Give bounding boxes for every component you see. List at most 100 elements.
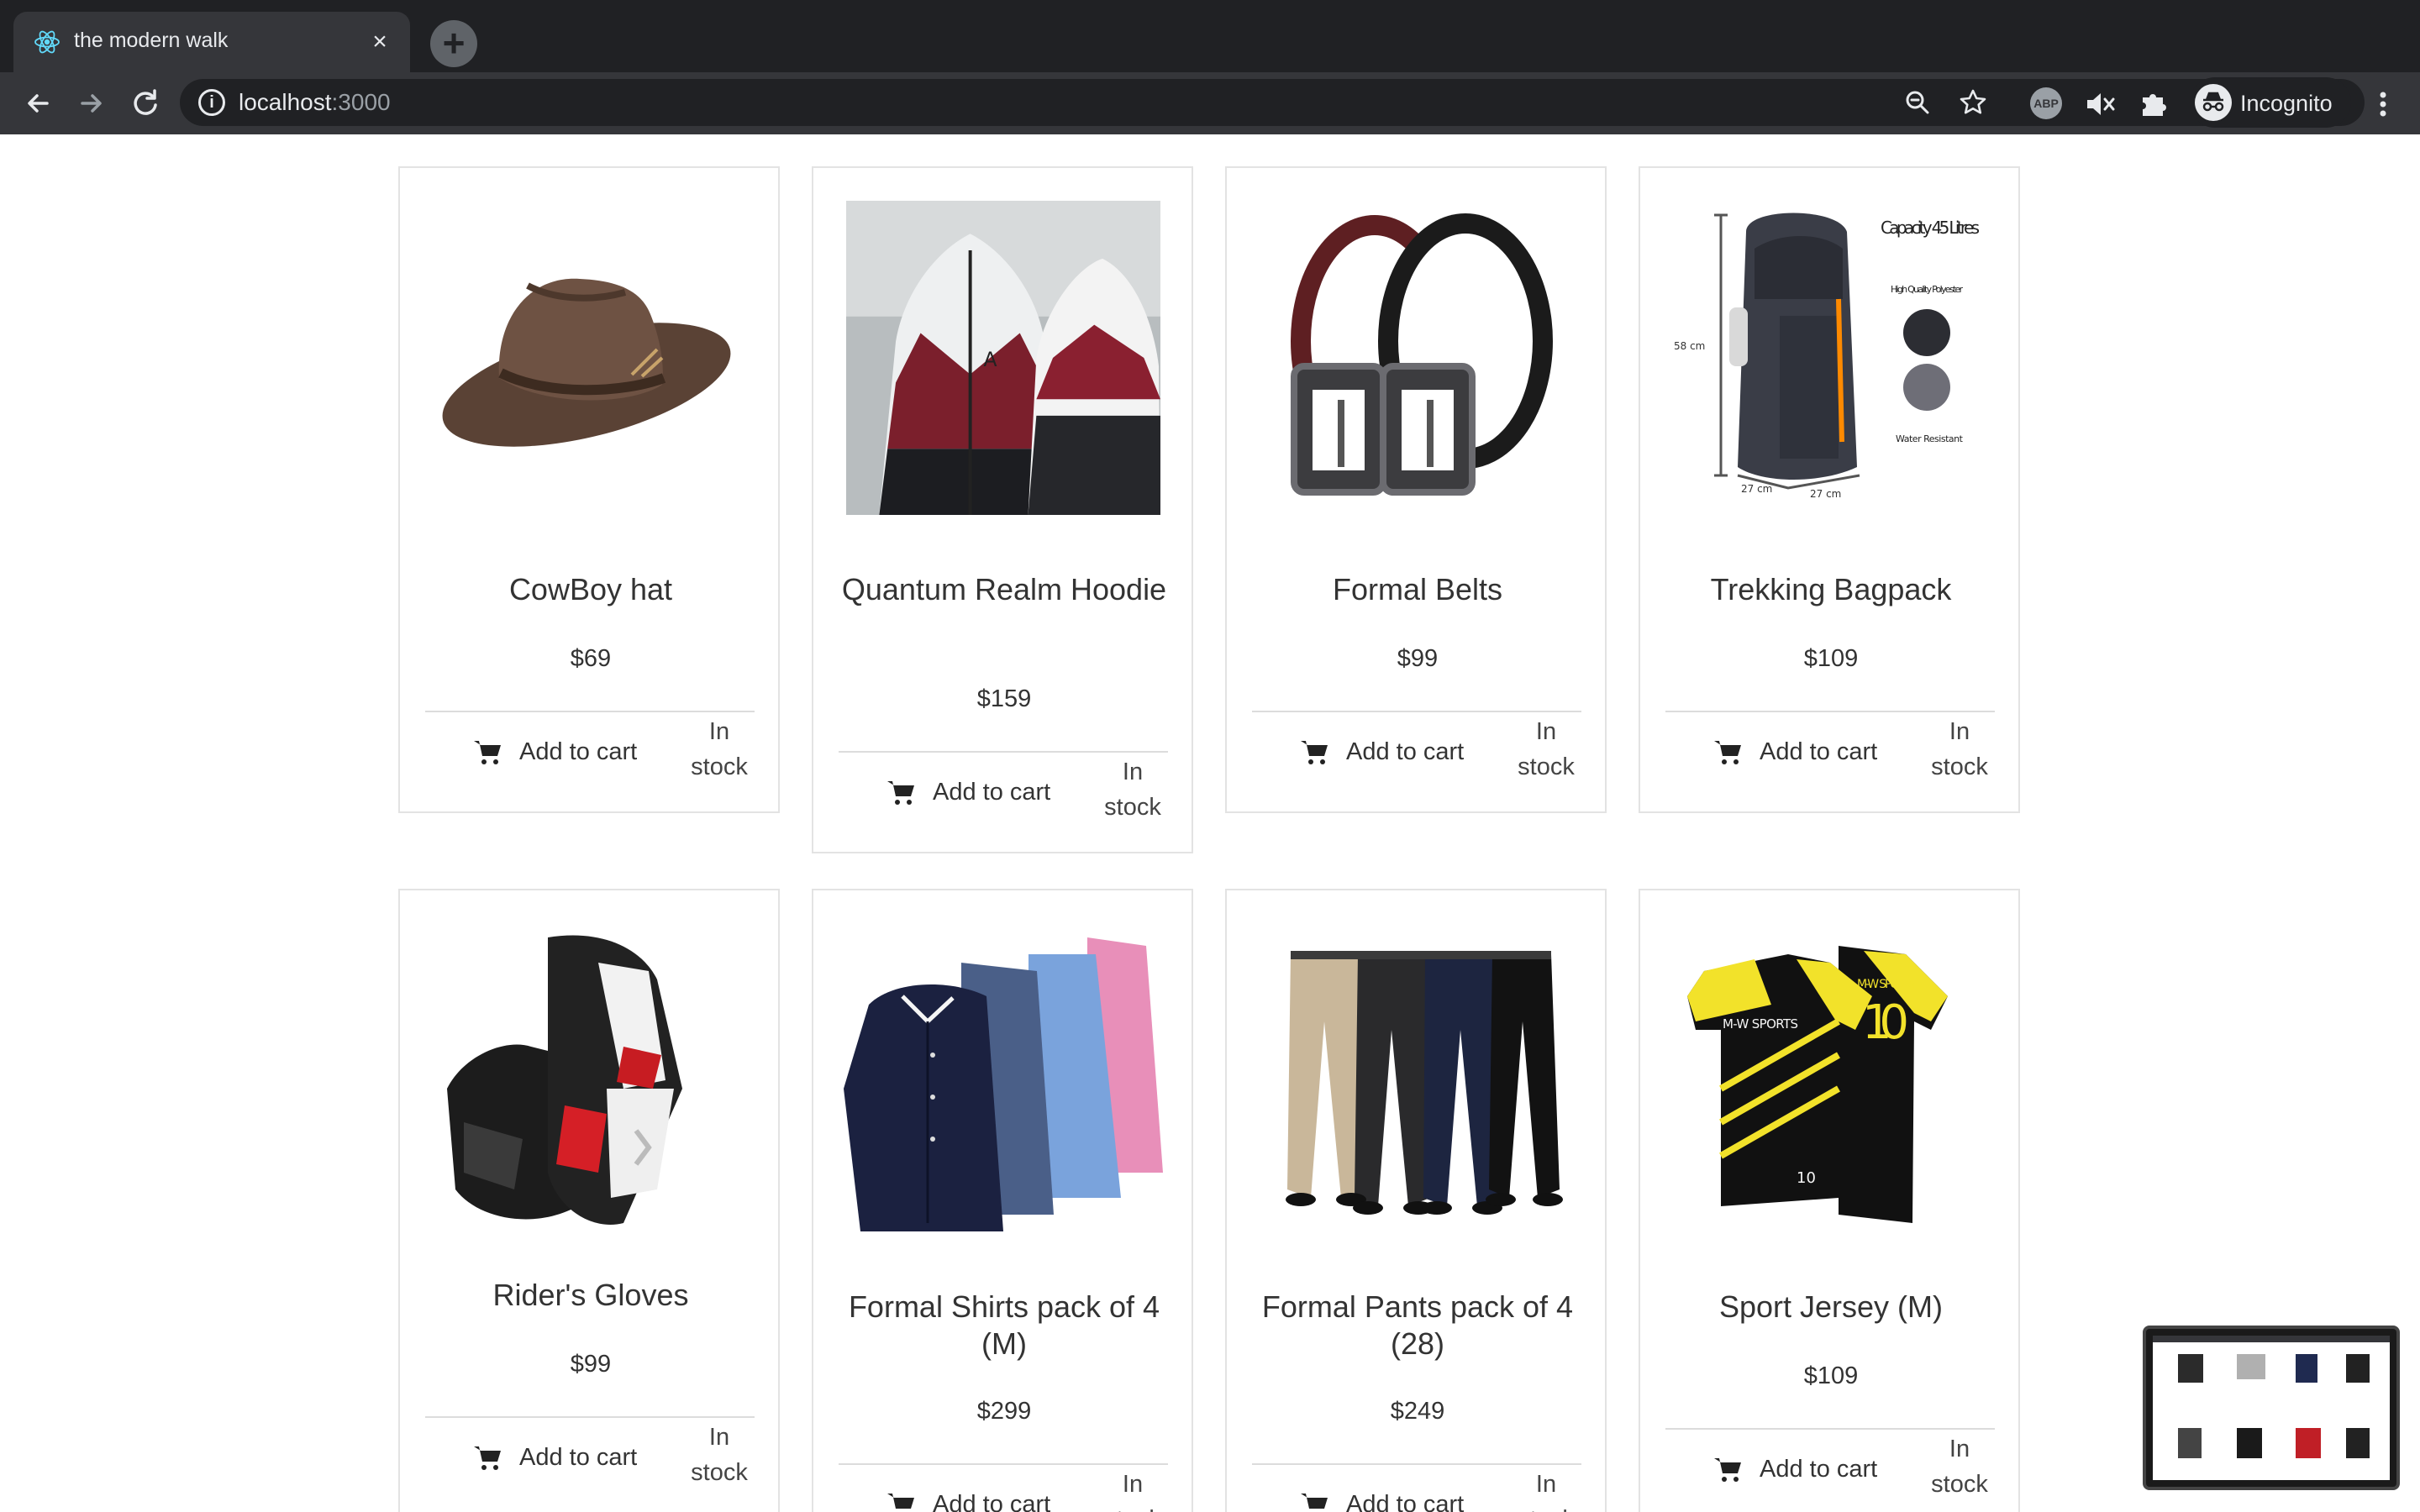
add-to-cart-button[interactable]: Add to cart (886, 771, 1079, 813)
product-card[interactable]: 58 cm 27 cm 27 cm Capacity 45 Litres Hig… (1639, 166, 2020, 813)
cart-icon (1714, 1458, 1741, 1482)
product-card[interactable]: M-W SPORTS 10 M-W SPORTS 10 Sport Jersey… (1639, 889, 2020, 1512)
card-divider (839, 751, 1168, 753)
add-to-cart-label: Add to cart (519, 1443, 638, 1471)
product-card[interactable]: Formal Pants pack of 4 (28) $249 Add to … (1225, 889, 1607, 1512)
card-divider (425, 711, 755, 712)
add-to-cart-button[interactable]: Add to cart (1299, 731, 1492, 773)
add-to-cart-label: Add to cart (1760, 1455, 1878, 1483)
product-card[interactable]: A Quantum Realm Hoodie $159 Add to cart … (812, 166, 1193, 853)
tab-strip: the modern walk × + (0, 0, 2420, 72)
product-title: Trekking Bagpack (1710, 572, 1952, 606)
screen-preview-thumbnail[interactable] (2143, 1326, 2400, 1490)
new-tab-button[interactable]: + (430, 20, 477, 67)
stock-status: In stock (1104, 1471, 1161, 1512)
browser-tab[interactable]: the modern walk × (13, 12, 410, 72)
product-title: Formal Shirts pack of 4 (M) (848, 1289, 1160, 1361)
product-price: $299 (976, 1398, 1032, 1425)
card-divider (839, 1463, 1168, 1465)
jersey-brand-front: M-W SPORTS (1723, 1016, 1798, 1032)
belts-image (1257, 198, 1576, 517)
backpack-width-b: 27 cm (1810, 488, 1841, 500)
url-host: localhost (239, 89, 332, 115)
pants-image (1257, 921, 1576, 1240)
product-price: $109 (1803, 1362, 1859, 1389)
site-info-icon[interactable]: i (198, 89, 225, 116)
forward-arrow-icon[interactable] (72, 84, 111, 123)
product-title: Sport Jersey (M) (1718, 1289, 1944, 1324)
cart-icon (1714, 741, 1741, 764)
cart-icon (1301, 741, 1328, 764)
add-to-cart-label: Add to cart (1760, 738, 1878, 765)
incognito-profile-button[interactable]: Incognito (2190, 77, 2351, 128)
jersey-image: M-W SPORTS 10 M-W SPORTS 10 (1670, 921, 1990, 1240)
jersey-number-back: 10 (1862, 995, 1909, 1050)
jersey-brand-back: M-W SPORTS (1857, 978, 1916, 991)
product-card[interactable]: Formal Shirts pack of 4 (M) $299 Add to … (812, 889, 1193, 1512)
product-price: $99 (1397, 645, 1439, 672)
product-card[interactable]: Formal Belts $99 Add to cart In stock (1225, 166, 1607, 813)
stock-status: In stock (691, 1424, 748, 1486)
incognito-label: Incognito (2240, 91, 2333, 116)
card-divider (1665, 711, 1995, 712)
backpack-image: 58 cm 27 cm 27 cm Capacity 45 Litres Hig… (1670, 198, 1990, 517)
product-card[interactable]: Rider's Gloves $99 Add to cart In stock (398, 889, 780, 1512)
browser-menu-icon[interactable] (2366, 87, 2400, 121)
stock-status: In stock (1518, 718, 1575, 780)
zoom-icon[interactable] (1904, 89, 1931, 116)
tab-title: the modern walk (74, 29, 229, 52)
back-arrow-icon[interactable] (18, 84, 57, 123)
add-to-cart-button[interactable]: Add to cart (1299, 1483, 1492, 1512)
card-divider (1252, 1463, 1581, 1465)
cart-icon (474, 741, 501, 764)
backpack-height-label: 58 cm (1674, 340, 1705, 352)
cowboy-hat-image (430, 198, 750, 517)
extensions-puzzle-icon[interactable] (2138, 87, 2170, 119)
backpack-water-label: Water Resistant (1896, 433, 1964, 444)
add-to-cart-button[interactable]: Add to cart (472, 731, 666, 773)
product-title: Formal Belts (1332, 572, 1503, 606)
stock-status: In stock (1931, 718, 1988, 780)
screen-preview-content (2153, 1336, 2390, 1480)
url-port: :3000 (331, 89, 391, 115)
product-price: $159 (976, 685, 1032, 712)
add-to-cart-label: Add to cart (1346, 738, 1465, 765)
product-price: $99 (570, 1351, 612, 1378)
add-to-cart-label: Add to cart (933, 1490, 1051, 1512)
product-price: $69 (570, 645, 612, 672)
product-title: Formal Pants pack of 4 (28) (1261, 1289, 1574, 1361)
product-title: Quantum Realm Hoodie (841, 572, 1167, 606)
backpack-material-label: High Quality Polyester (1891, 284, 1963, 295)
product-price: $249 (1390, 1398, 1445, 1425)
shirts-image (844, 921, 1163, 1240)
tab-close-icon[interactable]: × (365, 27, 395, 57)
cart-icon (474, 1446, 501, 1470)
browser-toolbar: i localhost:3000 ABP Incognito (0, 72, 2420, 134)
product-grid: CowBoy hat $69 Add to cart In stock A Qu… (0, 134, 2420, 1512)
cart-icon (887, 1494, 914, 1509)
add-to-cart-label: Add to cart (519, 738, 638, 765)
add-to-cart-button[interactable]: Add to cart (886, 1483, 1079, 1512)
stock-status: In stock (1518, 1471, 1575, 1512)
reload-icon[interactable] (126, 84, 165, 123)
card-divider (425, 1416, 755, 1418)
product-card[interactable]: CowBoy hat $69 Add to cart In stock (398, 166, 780, 813)
add-to-cart-button[interactable]: Add to cart (472, 1436, 666, 1478)
react-favicon-icon (34, 30, 60, 54)
product-price: $109 (1803, 645, 1859, 672)
adblock-extension-icon[interactable]: ABP (2030, 87, 2062, 119)
bookmark-star-icon[interactable] (1958, 87, 1988, 118)
hoodie-image: A (844, 198, 1163, 517)
jersey-number-front: 10 (1797, 1169, 1816, 1187)
cart-icon (1301, 1494, 1328, 1509)
product-title: CowBoy hat (508, 572, 673, 606)
add-to-cart-button[interactable]: Add to cart (1712, 731, 1906, 773)
backpack-width-a: 27 cm (1741, 483, 1772, 495)
product-title: Rider's Gloves (492, 1278, 689, 1312)
url-text[interactable]: localhost:3000 (239, 89, 391, 116)
card-divider (1665, 1428, 1995, 1430)
add-to-cart-button[interactable]: Add to cart (1712, 1448, 1906, 1490)
card-divider (1252, 711, 1581, 712)
backpack-capacity-label: Capacity 45 Litres (1881, 218, 1980, 238)
muted-tab-icon[interactable] (2084, 89, 2116, 119)
